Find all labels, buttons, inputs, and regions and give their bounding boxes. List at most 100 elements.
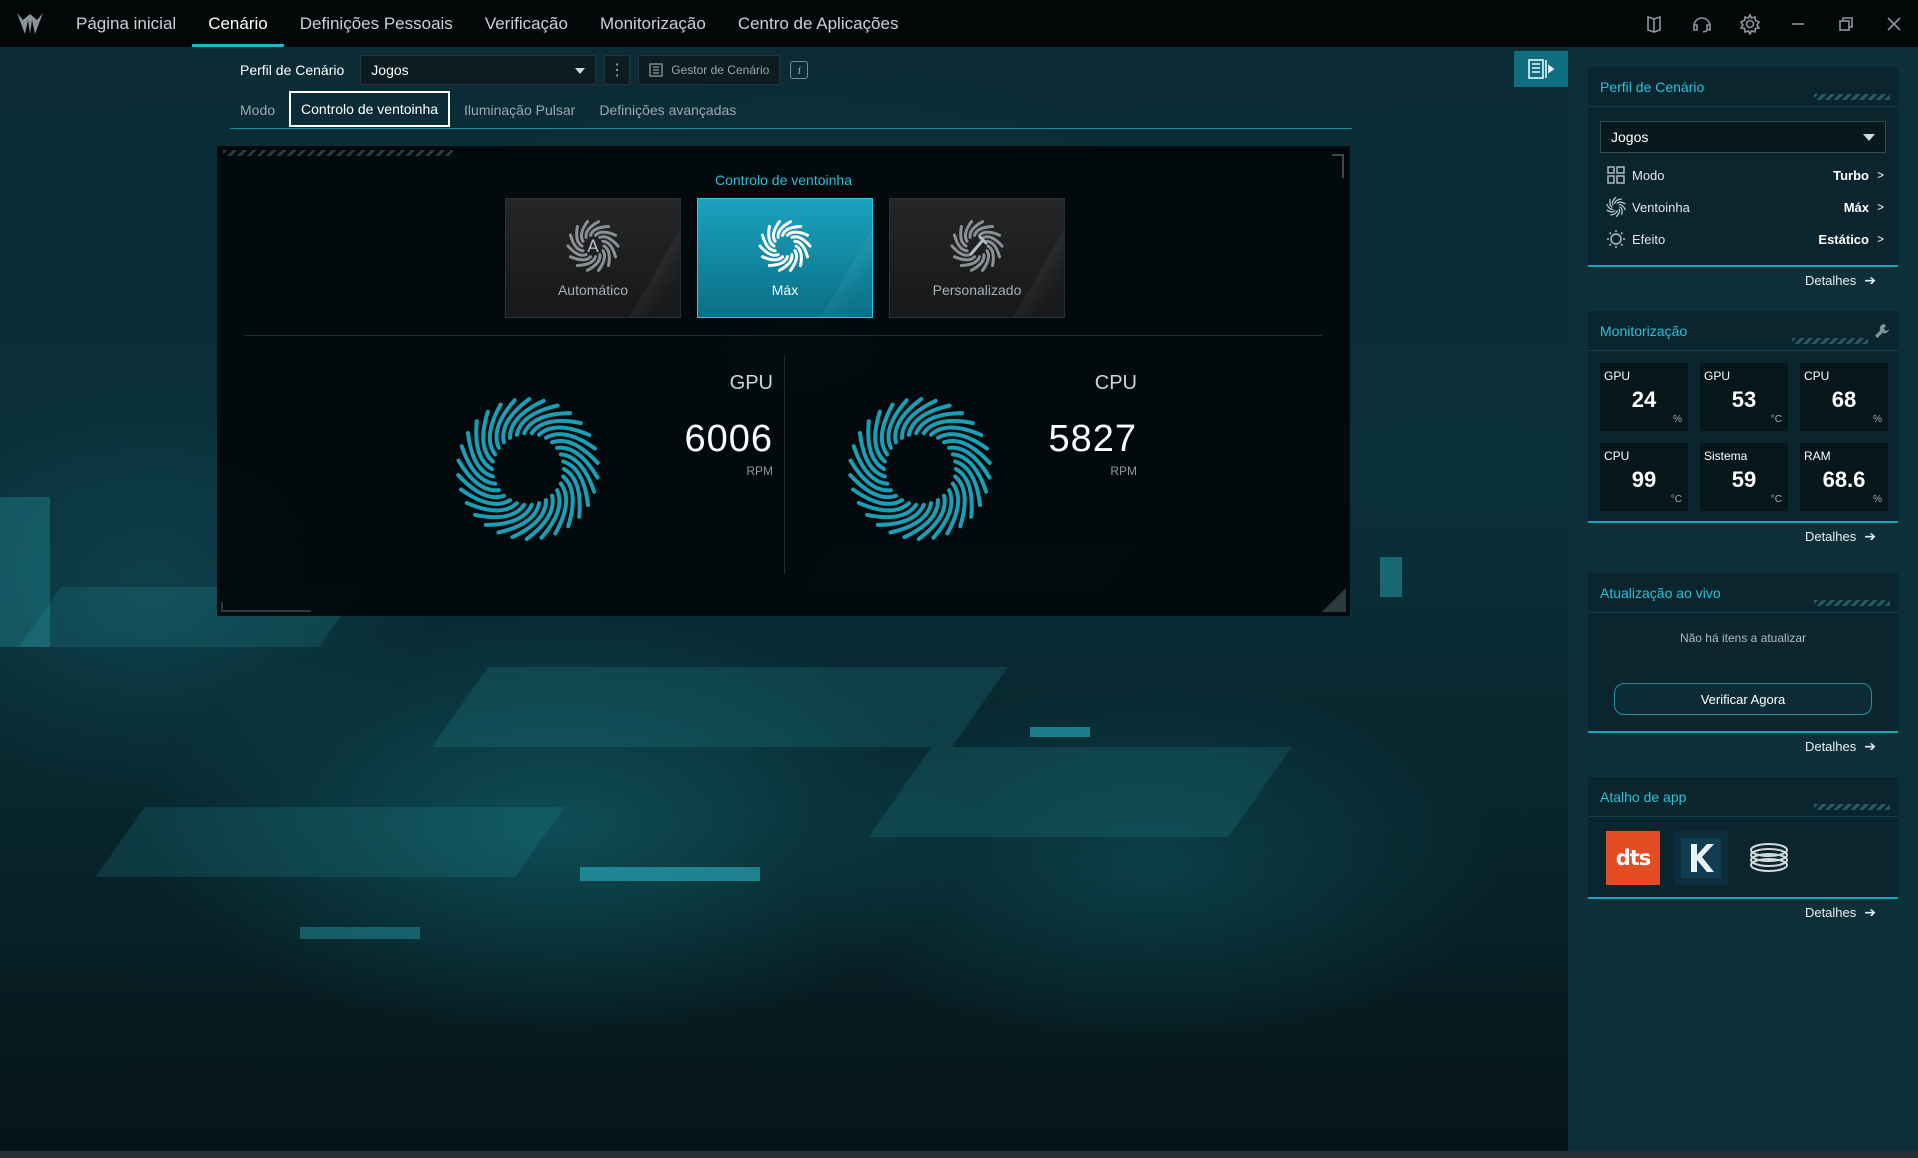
cpu-fan-name: CPU [1094,372,1137,394]
details-label: Detalhes [1804,528,1857,544]
taskbar-strip [0,1151,1918,1158]
nav-pagina-inicial[interactable]: Página inicial [60,0,192,47]
live-update-details-link[interactable]: Detalhes ➔ [1588,731,1898,759]
main-nav: Página inicial Cenário Definições Pessoa… [60,0,914,47]
card-header: Atualização ao vivo [1588,573,1898,613]
app-shortcut-card: Atalho de app dts Detalhes ➔ [1588,777,1898,925]
header-decoration [1814,600,1890,606]
more-options-button[interactable]: ⋮ [604,55,631,85]
profile-row-label: Modo [1632,167,1665,183]
nav-verificacao[interactable]: Verificação [469,0,584,47]
profile-row-efeito[interactable]: Efeito Estático > [1588,223,1898,255]
app-shortcut-details-link[interactable]: Detalhes ➔ [1588,897,1898,925]
monitoring-details-link[interactable]: Detalhes ➔ [1588,521,1898,549]
killer-app-icon[interactable] [1674,831,1728,885]
panel-divider [245,335,1322,336]
panel-decoration [221,602,311,612]
caret-down-icon [575,68,586,74]
fan-mode-personalizado[interactable]: Personalizado [889,198,1065,318]
tab-controlo-ventoinha[interactable]: Controlo de ventoinha [289,90,451,127]
profile-details-link[interactable]: Detalhes ➔ [1588,265,1898,293]
coil-app-icon[interactable] [1742,831,1796,885]
details-label: Detalhes [1804,904,1857,920]
panel-decoration [223,150,453,156]
fan-blade [760,255,785,262]
list-icon [649,63,663,77]
right-sidebar: Perfil de Cenário Jogos Modo Turbo > Ven [1568,47,1918,1158]
scenario-manager-button[interactable]: Gestor de Cenário [638,55,781,85]
gpu-fan-name: GPU [729,372,773,394]
header-decoration [1814,804,1890,810]
arrow-right-icon: ➔ [1864,737,1876,754]
profile-row-modo[interactable]: Modo Turbo > [1588,159,1898,191]
monitoring-card: Monitorização GPU 24 % GPU 53 °C CPU 68 … [1588,311,1898,549]
tab-iluminacao-pulsar[interactable]: Iluminação Pulsar [454,91,585,129]
chevron-right-icon: > [1876,168,1884,182]
sidebar-profile-dropdown[interactable]: Jogos [1600,121,1886,153]
arrow-right-icon: ➔ [1864,271,1876,288]
monitor-tile-system-temp: Sistema 59 °C [1700,443,1788,511]
gpu-fan-readout: GPU 6006 RPM [453,366,793,546]
nav-monitorizacao[interactable]: Monitorização [584,0,722,47]
card-header: Monitorização [1588,311,1898,351]
tab-modo[interactable]: Modo [230,91,285,129]
headset-icon[interactable] [1678,0,1726,47]
sidebar-toggle-button[interactable] [1514,51,1568,87]
arrow-right-icon: ➔ [1864,903,1876,920]
fan-control-title: Controlo de ventoinha [715,172,852,188]
fan-blade [1609,198,1613,208]
fan-blade [1619,206,1623,216]
book-icon[interactable] [1630,0,1678,47]
monitor-tiles: GPU 24 % GPU 53 °C CPU 68 % CPU 99 °C Si… [1588,351,1898,521]
close-icon[interactable] [1870,0,1918,47]
scenario-profile-card: Perfil de Cenário Jogos Modo Turbo > Ven [1588,67,1898,293]
card-title: Atualização ao vivo [1600,584,1721,601]
fan-mode-selector: A Automático Máx Personalizado [505,198,1065,318]
live-update-message: Não há itens a atualizar [1679,631,1807,645]
app-shortcut-list: dts [1588,817,1898,897]
restore-icon[interactable] [1822,0,1870,47]
live-update-card: Atualização ao vivo Não há itens a atual… [1588,573,1898,759]
nav-cenario[interactable]: Cenário [192,0,284,47]
gpu-fan-rpm: 6006 [684,418,773,460]
scenario-profile-row: Perfil de Cenário Jogos ⋮ Gestor de Cená… [240,55,809,85]
window-controls [1630,0,1918,47]
fan-blade [785,230,810,237]
card-title: Perfil de Cenário [1600,78,1705,95]
profile-row-value: Turbo [1833,167,1869,183]
fan-max-icon [758,220,812,272]
monitor-tile-gpu-usage: GPU 24 % [1600,363,1688,431]
profile-row-ventoinha[interactable]: Ventoinha Máx > [1588,191,1898,223]
scenario-profile-dropdown[interactable]: Jogos [360,55,597,85]
gear-icon[interactable] [1726,0,1774,47]
fan-mode-max[interactable]: Máx [697,198,873,318]
header-decoration [1814,94,1890,100]
tab-definicoes-avancadas[interactable]: Definições avançadas [589,91,746,129]
sun-icon [1606,229,1626,249]
fan-mode-automatico[interactable]: A Automático [505,198,681,318]
top-navigation-bar: Página inicial Cenário Definições Pessoa… [0,0,1918,47]
fan-mode-label: Automático [557,282,629,298]
header-decoration [1792,338,1868,344]
dts-app-icon[interactable]: dts [1606,831,1660,885]
vertical-dots-icon: ⋮ [609,62,626,79]
cpu-fan-icon [848,397,992,541]
check-now-button[interactable]: Verificar Agora [1614,683,1872,715]
card-title: Monitorização [1600,322,1688,339]
fan-mode-label: Personalizado [932,282,1022,298]
fan-blade [977,230,1002,237]
monitor-tile-gpu-temp: GPU 53 °C [1700,363,1788,431]
fan-blade [593,230,618,237]
card-title: Atalho de app [1600,788,1687,805]
nav-definicoes-pessoais[interactable]: Definições Pessoais [284,0,469,47]
caret-down-icon [1863,134,1875,141]
wrench-icon[interactable] [1874,323,1890,339]
panel-collapse-icon [1528,59,1555,79]
info-icon[interactable]: i [790,61,809,79]
minimize-icon[interactable] [1774,0,1822,47]
fan-control-panel: Controlo de ventoinha A Automático Máx P… [217,146,1350,616]
profile-row-value: Máx [1843,199,1869,215]
nav-centro-aplicacoes[interactable]: Centro de Aplicações [722,0,915,47]
svg-text:A: A [587,237,599,257]
arrow-right-icon: ➔ [1864,527,1876,544]
